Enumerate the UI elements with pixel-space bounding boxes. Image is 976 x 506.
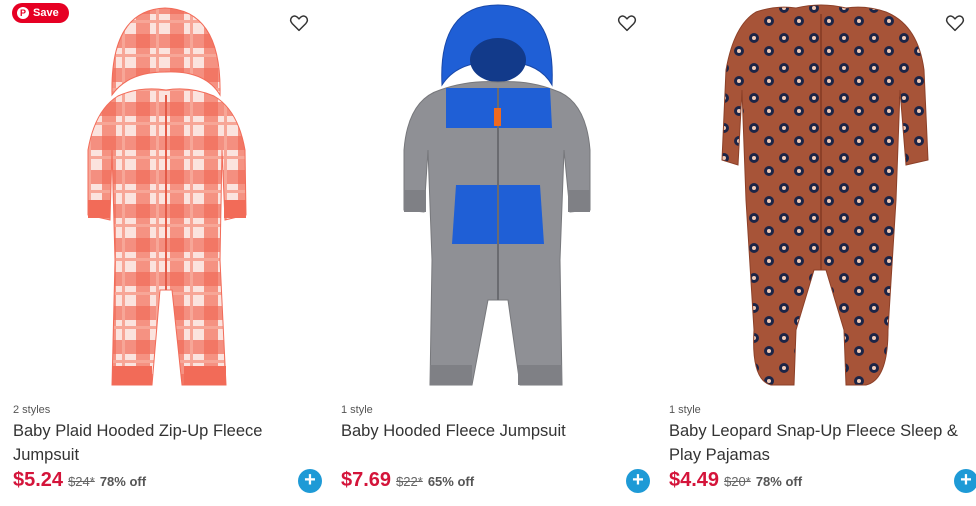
product-image[interactable] [0, 0, 328, 392]
product-title[interactable]: Baby Hooded Fleece Jumpsuit [341, 419, 641, 443]
heart-outline-icon[interactable] [944, 12, 966, 34]
pinterest-icon: P [17, 7, 29, 19]
original-price: $20* [724, 474, 751, 489]
heart-outline-icon[interactable] [288, 12, 310, 34]
product-card[interactable]: 1 style Baby Hooded Fleece Jumpsuit $7.6… [328, 0, 656, 506]
pinterest-save-button[interactable]: P Save [12, 3, 69, 23]
style-count: 1 style [341, 404, 373, 416]
heart-outline-icon[interactable] [616, 12, 638, 34]
discount-label: 78% off [755, 474, 803, 489]
save-label: Save [33, 7, 59, 19]
sale-price: $4.49 [669, 469, 720, 491]
sale-price: $5.24 [13, 469, 64, 491]
original-price: $24* [68, 474, 95, 489]
sale-price: $7.69 [341, 469, 392, 491]
product-card[interactable]: 1 style Baby Leopard Snap-Up Fleece Slee… [656, 0, 976, 506]
product-image[interactable] [656, 0, 976, 392]
plus-icon[interactable]: + [626, 469, 650, 493]
style-count: 1 style [669, 404, 701, 416]
product-card[interactable]: P Save 2 styles Baby Plaid Hooded Zip-Up… [0, 0, 328, 506]
price-row: $4.49 $20* 78% off [669, 469, 802, 492]
product-title[interactable]: Baby Leopard Snap-Up Fleece Sleep & Play… [669, 419, 976, 467]
discount-label: 78% off [99, 474, 147, 489]
price-row: $7.69 $22* 65% off [341, 469, 474, 492]
original-price: $22* [396, 474, 423, 489]
style-count: 2 styles [13, 404, 51, 416]
plus-icon[interactable]: + [954, 469, 976, 493]
product-grid: P Save 2 styles Baby Plaid Hooded Zip-Up… [0, 0, 976, 506]
product-title[interactable]: Baby Plaid Hooded Zip-Up Fleece Jumpsuit [13, 419, 313, 467]
product-image[interactable] [328, 0, 656, 392]
plus-icon[interactable]: + [298, 469, 322, 493]
price-row: $5.24 $24* 78% off [13, 469, 146, 492]
discount-label: 65% off [427, 474, 475, 489]
